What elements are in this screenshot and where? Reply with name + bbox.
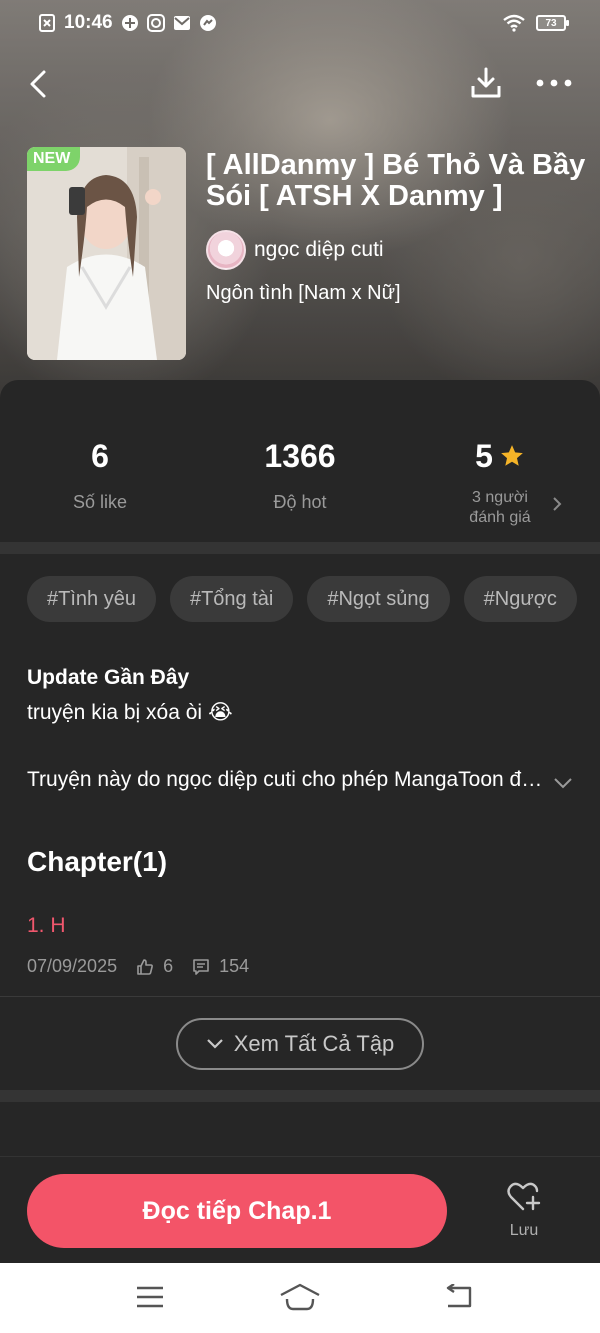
status-bar: 10:46 73 [0,0,600,46]
chevron-down-icon [206,1039,223,1049]
thumbs-up-icon [135,957,155,977]
hot-label: Độ hot [273,492,327,512]
likes-label: Số like [72,492,128,512]
author-name: ngọc diệp cuti [254,238,384,261]
save-label: Lưu [509,1222,539,1239]
update-heading: Update Gần Đây [27,666,190,689]
tag-chip[interactable]: #Tổng tài [169,576,294,622]
tag-list: #Tình yêu #Tổng tài #Ngọt sủng #Ngược [27,576,577,622]
stat-likes: 6 Số like [0,438,200,513]
stats-row: 6 Số like 1366 Độ hot 5 3 người đánh giá [0,380,600,542]
menu-icon [137,1286,163,1308]
see-all-label: Xem Tất Cả Tập [233,1031,395,1056]
expand-description-button[interactable] [550,770,576,796]
chapter-title: 1. H [27,914,66,937]
wifi-icon [502,14,526,32]
back-button[interactable] [22,64,54,104]
chapter-meta: 07/09/2025 6 154 [27,956,249,977]
status-time: 10:46 [64,12,113,33]
bottom-action-bar: Đọc tiếp Chap.1 Lưu [0,1156,600,1263]
continue-reading-button[interactable]: Đọc tiếp Chap.1 [27,1174,447,1248]
see-all-chapters-button[interactable]: Xem Tất Cả Tập [176,1018,424,1070]
more-options-button[interactable] [532,62,576,104]
tag-chip[interactable]: #Tình yêu [27,576,156,622]
chapter-date: 07/09/2025 [27,956,118,976]
likes-value: 6 [91,438,109,474]
download-button[interactable] [466,62,506,104]
chapter-heading: Chapter(1) [27,846,168,877]
recents-button[interactable] [128,1279,172,1315]
cover-illustration [27,147,186,360]
mail-icon [173,14,191,32]
chapter-comments: 154 [219,956,250,976]
update-text-row: truyện kia bị xóa òi 😭 [27,700,233,725]
update-text: truyện kia bị xóa òi [27,700,203,724]
battery-indicator: 73 [536,15,569,31]
rating-count-line2: đánh giá [469,509,531,526]
system-back-button[interactable] [436,1279,480,1315]
sim-icon [38,14,56,32]
new-badge: NEW [27,147,81,171]
stat-hot: 1366 Độ hot [200,438,400,513]
chevron-left-icon [30,70,46,98]
comment-icon [191,957,211,977]
vpn-icon [121,14,139,32]
tag-chip[interactable]: #Ngược [463,576,577,622]
star-icon [501,445,523,466]
instagram-icon [146,14,165,32]
avatar [206,230,246,270]
download-icon [471,67,501,98]
genre-label: Ngôn tình [Nam x Nữ] [206,282,401,304]
home-button[interactable] [278,1279,322,1315]
author-link[interactable]: ngọc diệp cuti [206,230,384,270]
hot-value: 1366 [264,438,336,474]
chapter-likes: 6 [163,956,174,976]
chapter-list-item[interactable]: 1. H 07/09/2025 6 154 [0,910,600,996]
chevron-down-icon [554,778,572,789]
rating-value: 5 [475,438,493,474]
return-icon [446,1284,472,1308]
chapter-divider [0,996,600,997]
heart-plus-icon [507,1182,541,1211]
chevron-right-icon [553,497,562,511]
stat-rating[interactable]: 5 3 người đánh giá [400,438,600,528]
section-divider [0,1090,600,1102]
cover-image[interactable]: NEW [27,147,186,360]
crying-emoji: 😭 [208,701,233,724]
description: Truyện này do ngọc diệp cuti cho phép Ma… [27,768,547,791]
more-dots-icon [536,79,572,87]
rating-count-line1: 3 người [472,489,528,506]
section-divider [0,542,600,554]
battery-level: 73 [545,17,557,29]
top-navigation [0,56,600,112]
save-button[interactable]: Lưu [494,1181,554,1251]
system-nav-bar [0,1263,600,1333]
comic-title: [ AllDanmy ] Bé Thỏ Và Bầy Sói [ ATSH X … [206,149,586,212]
home-icon [280,1283,320,1311]
tag-chip[interactable]: #Ngọt sủng [307,576,450,622]
messenger-icon [199,14,217,32]
content-panel: 6 Số like 1366 Độ hot 5 3 người đánh giá… [0,380,600,1160]
